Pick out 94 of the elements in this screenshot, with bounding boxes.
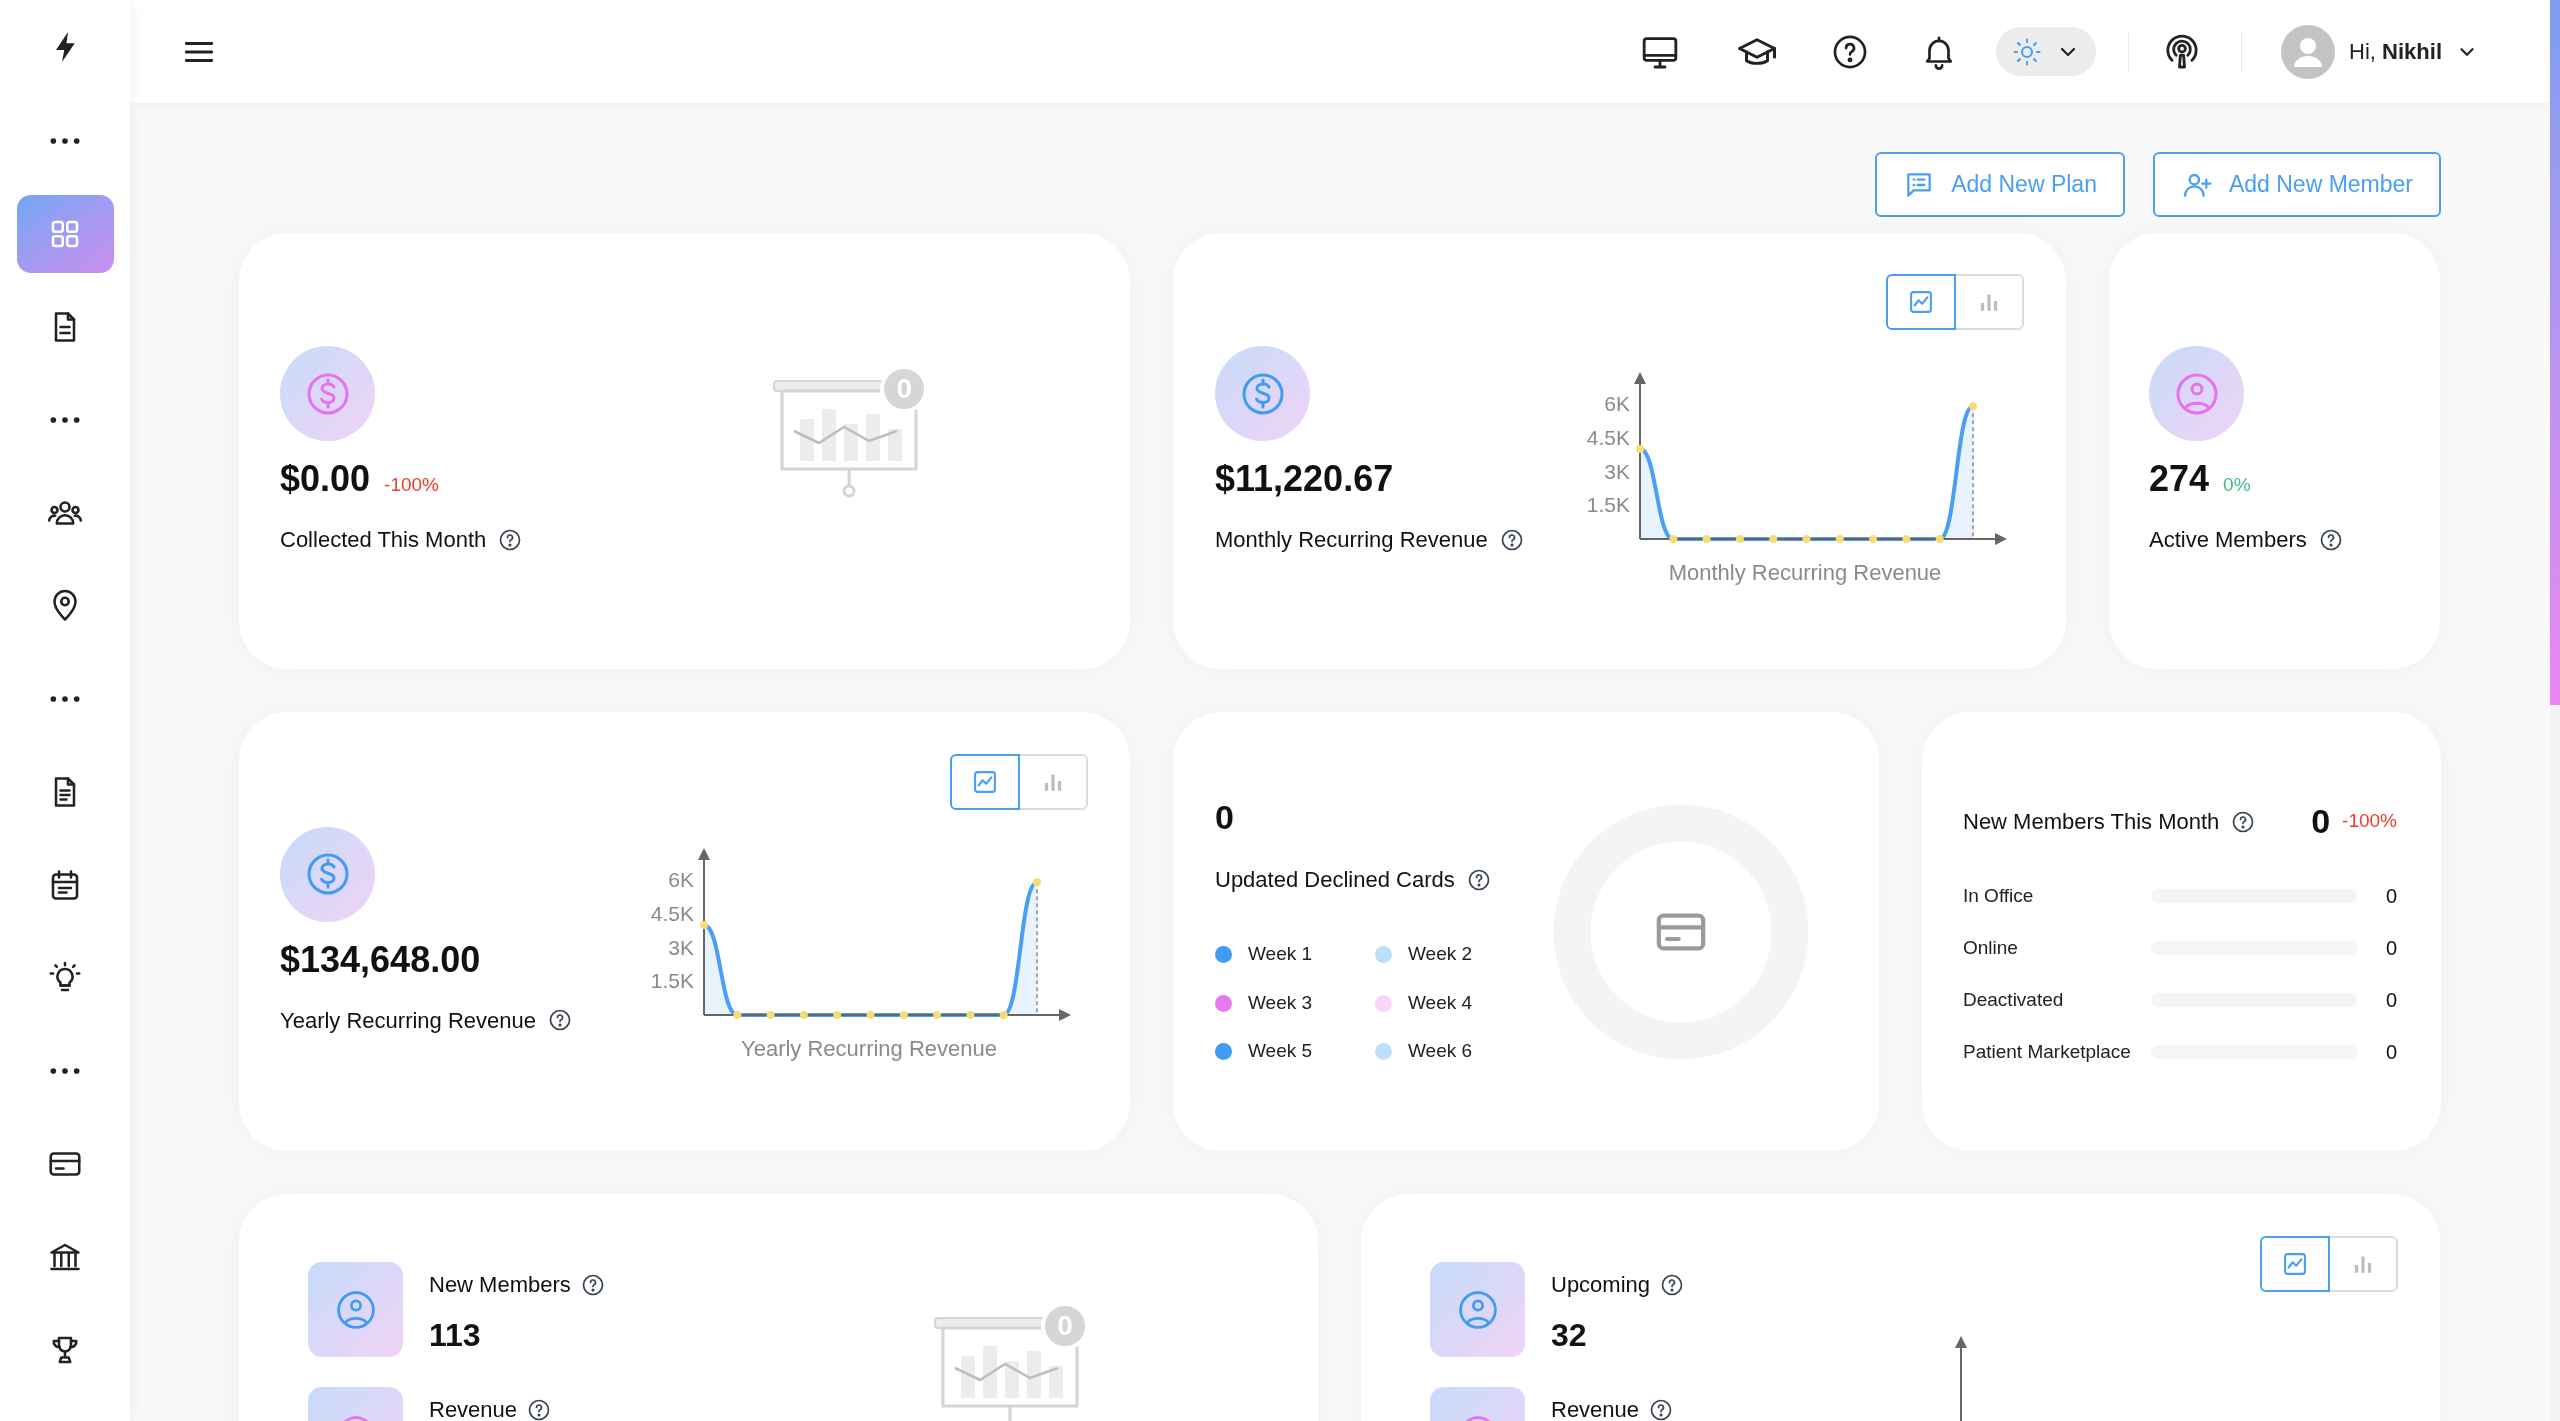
axis-tick-label: 4.5K <box>650 901 694 925</box>
change-percent: -100% <box>384 473 439 497</box>
help-icon <box>580 1272 605 1297</box>
axis-title: Monthly Recurring Revenue <box>1668 560 1942 585</box>
more-icon <box>50 1066 80 1075</box>
data-point <box>833 1011 842 1019</box>
data-point <box>933 1011 942 1019</box>
legend-label: Week 3 <box>1248 990 1313 1015</box>
data-point <box>1835 535 1844 543</box>
help-icon <box>1649 1397 1674 1421</box>
stat-value: $134,648.00 <box>280 937 481 982</box>
data-point <box>766 1011 775 1019</box>
data-point <box>1669 535 1678 543</box>
legend-label: Week 5 <box>1248 1039 1313 1064</box>
help-icon <box>2318 527 2343 552</box>
row-value: 0 <box>2384 1040 2397 1065</box>
stat-value: 32 <box>1551 1316 1588 1355</box>
stat-label: Collected This Month <box>280 526 487 554</box>
add-member-button[interactable]: Add New Member <box>2152 152 2441 217</box>
more-icon <box>50 694 80 703</box>
user-menu[interactable]: Hi, Nikhil <box>2281 24 2478 79</box>
data-point <box>1735 535 1744 543</box>
axis-tick-label: 1.5K <box>1586 493 1630 517</box>
stat-value: 274 <box>2149 457 2210 501</box>
line-chart-icon <box>2281 1250 2309 1278</box>
change-percent: -100% <box>2342 809 2397 834</box>
data-point <box>700 921 708 929</box>
more-icon <box>50 136 80 145</box>
axis-tick-label: 3K <box>668 935 694 959</box>
stat-label: Active Members <box>2149 526 2307 554</box>
data-point <box>1769 535 1778 543</box>
axis-tick-label: 1.5K <box>650 969 694 993</box>
sun-icon <box>2012 36 2043 67</box>
line-chart-icon <box>971 768 999 796</box>
chart-view-tab[interactable] <box>1886 274 1956 330</box>
row-label: In Office <box>1963 883 2035 908</box>
chart-view-tab[interactable] <box>950 754 1020 810</box>
stat-label: Upcoming <box>1551 1271 1651 1299</box>
data-point <box>1802 535 1811 543</box>
data-point <box>1902 535 1911 543</box>
stat-label: Monthly Recurring Revenue <box>1215 526 1488 554</box>
data-point <box>1702 535 1711 543</box>
legend-label: Week 2 <box>1408 942 1473 967</box>
axis-tick-label: 6K <box>1604 392 1630 415</box>
data-point <box>799 1011 808 1019</box>
data-point <box>966 1011 975 1019</box>
stat-label: New Members <box>429 1271 571 1299</box>
axis-title: Yearly Recurring Revenue <box>741 1036 997 1061</box>
stat-value: 0 <box>1215 797 1235 838</box>
help-icon <box>527 1397 552 1421</box>
stat-label: Revenue <box>429 1396 518 1421</box>
avatar-icon <box>2281 24 2336 79</box>
row-label: Deactivated <box>1963 987 2065 1012</box>
stat-label: Updated Declined Cards <box>1215 866 1455 895</box>
chart-view-tab[interactable] <box>2260 1236 2330 1292</box>
row-label: Patient Marketplace <box>1963 1039 2132 1064</box>
theme-toggle[interactable] <box>1996 27 2097 76</box>
help-icon <box>498 527 523 552</box>
axis-tick-label: 4.5K <box>1586 425 1630 449</box>
data-point <box>733 1011 742 1019</box>
more-icon <box>50 415 80 424</box>
help-icon <box>1499 527 1524 552</box>
stat-label: Revenue <box>1551 1396 1640 1421</box>
scrollbar-thumb[interactable] <box>2550 0 2560 705</box>
row-label: Online <box>1963 935 2019 960</box>
stat-value: 0 <box>2311 801 2331 842</box>
data-point <box>866 1011 875 1019</box>
data-point <box>899 1011 908 1019</box>
legend-label: Week 6 <box>1408 1039 1473 1064</box>
axis-tick-label: 3K <box>1604 459 1630 483</box>
add-plan-button[interactable]: Add New Plan <box>1875 152 2125 217</box>
data-point <box>1935 535 1944 543</box>
stat-value: $11,220.67 <box>1215 457 1394 501</box>
stat-value: $0.00 <box>280 457 371 501</box>
line-chart-icon <box>1907 288 1935 316</box>
legend-label: Week 1 <box>1248 942 1313 967</box>
stat-label: New Members This Month <box>1963 808 2220 836</box>
row-value: 0 <box>2384 936 2397 961</box>
stat-label: Yearly Recurring Revenue <box>280 1006 536 1035</box>
data-point <box>999 1011 1008 1019</box>
help-icon <box>1660 1272 1685 1297</box>
data-point <box>1969 402 1977 411</box>
help-icon <box>1466 867 1491 892</box>
data-point <box>1033 878 1041 887</box>
axis-tick-label: 6K <box>668 868 694 891</box>
row-value: 0 <box>2384 884 2397 909</box>
stat-value: 113 <box>429 1316 482 1355</box>
help-icon <box>2231 809 2256 834</box>
data-point <box>1636 445 1644 453</box>
data-point <box>1869 535 1878 543</box>
change-percent: 0% <box>2223 473 2251 497</box>
legend-label: Week 4 <box>1408 990 1473 1015</box>
row-value: 0 <box>2384 988 2397 1013</box>
help-icon <box>548 1008 572 1032</box>
